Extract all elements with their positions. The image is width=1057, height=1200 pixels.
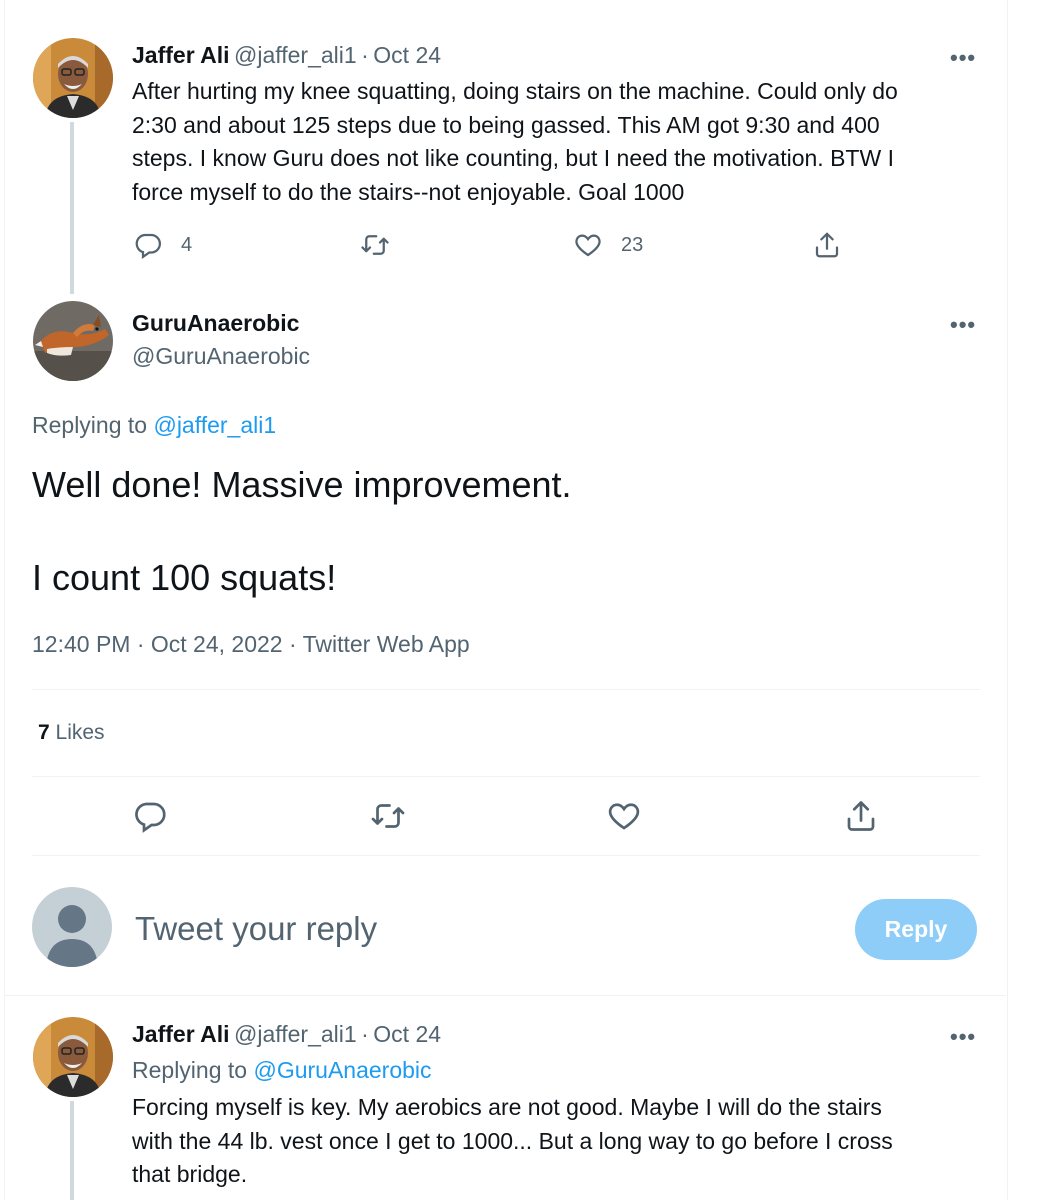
tweet1-like-button[interactable]: 23 — [573, 230, 643, 260]
main-author-handle[interactable]: @GuruAnaerobic — [132, 343, 310, 370]
heart-icon — [575, 234, 601, 257]
likes-count: 7 — [38, 721, 50, 744]
more-icon[interactable]: ••• — [950, 1024, 976, 1050]
retweet-icon — [361, 235, 389, 255]
tweet3-replying-handle-link[interactable]: @GuruAnaerobic — [253, 1057, 431, 1083]
avatar-jaffer-ali[interactable] — [33, 38, 113, 118]
tweet3-header: Jaffer Ali @jaffer_ali1 · Oct 24 — [132, 1021, 441, 1048]
main-share-button[interactable] — [843, 798, 879, 834]
tweet3-text-line: Forcing myself is key. My aerobics are n… — [132, 1094, 882, 1120]
tweet1-header: Jaffer Ali @jaffer_ali1 · Oct 24 — [132, 42, 441, 69]
tweet3-text-line: with the 44 lb. vest once I get to 1000.… — [132, 1127, 893, 1154]
tweet3-date[interactable]: Oct 24 — [373, 1021, 441, 1047]
tweet1-author-name[interactable]: Jaffer Ali — [132, 42, 230, 68]
main-retweet-button[interactable] — [370, 798, 406, 834]
tweet3-author-handle[interactable]: @jaffer_ali1 — [234, 1021, 357, 1047]
share-icon — [815, 232, 839, 258]
more-icon[interactable]: ••• — [950, 45, 976, 71]
avatar-guruanaerobic[interactable] — [33, 301, 113, 381]
more-icon[interactable]: ••• — [950, 312, 976, 338]
tweet1-author-handle[interactable]: @jaffer_ali1 — [234, 42, 357, 68]
tweet1-retweet-button[interactable] — [360, 230, 390, 260]
main-reply-button[interactable] — [132, 798, 168, 834]
thread-connector-line — [70, 122, 74, 294]
divider — [32, 855, 980, 856]
tweet3-separator: · — [361, 1021, 369, 1047]
main-tweet-text: Well done! Massive improvement. I count … — [32, 462, 572, 601]
tweet3-replying-to: Replying to @GuruAnaerobic — [132, 1057, 432, 1084]
tweet1-reply-button[interactable]: 4 — [133, 230, 192, 260]
tweet3-text-line: that bridge. — [132, 1161, 248, 1187]
main-replying-to: Replying to @jaffer_ali1 — [32, 412, 276, 439]
tweet1-text-line: 2:30 and about 125 steps due to being ga… — [132, 111, 880, 138]
main-timestamp[interactable]: 12:40 PM · Oct 24, 2022 · Twitter Web Ap… — [32, 631, 470, 658]
reply-icon — [135, 233, 161, 260]
reply-compose-input[interactable]: Tweet your reply — [135, 910, 377, 948]
retweet-icon — [371, 804, 405, 828]
tweet3-text: Forcing myself is key. My aerobics are n… — [132, 1091, 893, 1192]
avatar-jaffer-ali[interactable] — [33, 1017, 113, 1097]
tweet1-share-button[interactable] — [812, 230, 842, 260]
tweet1-text-line: steps. I know Guru does not like countin… — [132, 145, 894, 171]
main-replying-handle-link[interactable]: @jaffer_ali1 — [153, 412, 276, 438]
main-text-line: I count 100 squats! — [32, 557, 337, 598]
tweet3-author-name[interactable]: Jaffer Ali — [132, 1021, 230, 1047]
main-text-line: Well done! Massive improvement. — [32, 464, 572, 505]
tweet1-text: After hurting my knee squatting, doing s… — [132, 75, 898, 209]
divider — [32, 689, 980, 690]
thread-connector-line — [70, 1101, 74, 1200]
section-divider — [5, 995, 1006, 996]
tweet1-date[interactable]: Oct 24 — [373, 42, 441, 68]
likes-stat[interactable]: 7 Likes — [38, 721, 105, 745]
reply-icon — [135, 802, 166, 833]
main-replying-prefix: Replying to — [32, 412, 148, 438]
tweet1-separator: · — [361, 42, 369, 68]
share-icon — [847, 801, 875, 831]
tweet1-text-line: force myself to do the stairs--not enjoy… — [132, 178, 685, 205]
reply-button[interactable]: Reply — [855, 899, 977, 960]
heart-icon — [608, 803, 640, 830]
main-author-name[interactable]: GuruAnaerobic — [132, 310, 299, 337]
tweet1-like-count: 23 — [621, 233, 644, 256]
avatar-default-user — [32, 887, 112, 967]
main-like-button[interactable] — [606, 798, 642, 834]
tweet3-replying-prefix: Replying to — [132, 1057, 248, 1083]
tweet1-reply-count: 4 — [181, 233, 193, 256]
divider — [32, 776, 980, 777]
likes-label: Likes — [55, 721, 105, 744]
tweet1-text-line: After hurting my knee squatting, doing s… — [132, 78, 898, 104]
